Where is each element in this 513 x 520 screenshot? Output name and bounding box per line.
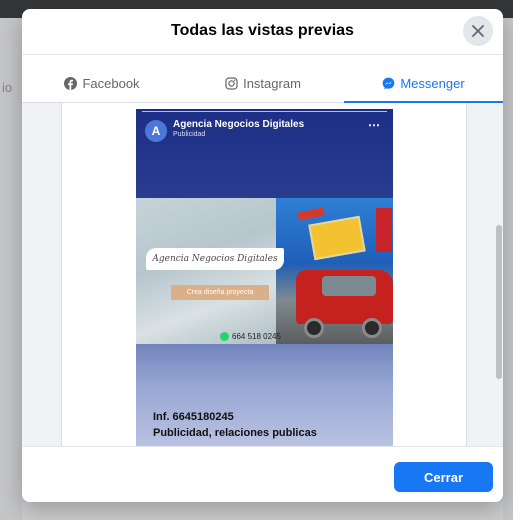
avatar: A	[145, 120, 167, 142]
car-window	[322, 276, 376, 296]
whatsapp-contact: 664 518 0245	[220, 332, 281, 341]
preview-content-area: A Agencia Negocios Digitales Publicidad …	[22, 103, 503, 446]
agency-logo-banner: Agencia Negocios Digitales	[146, 248, 284, 270]
messenger-icon	[382, 77, 395, 89]
tab-instagram-label: Instagram	[243, 75, 301, 91]
all-previews-dialog: Todas las vistas previas Facebook Instag…	[22, 9, 503, 502]
whatsapp-icon	[220, 332, 229, 341]
tab-messenger[interactable]: Messenger	[344, 63, 503, 103]
messenger-ad-preview: A Agencia Negocios Digitales Publicidad …	[136, 109, 393, 446]
dialog-footer: Cerrar	[22, 446, 503, 502]
whatsapp-number: 664 518 0245	[232, 332, 281, 341]
facebook-icon	[64, 76, 78, 90]
more-options-icon[interactable]: ⋯	[368, 118, 380, 132]
close-button[interactable]: Cerrar	[394, 462, 493, 492]
ad-info-phone: Inf. 6645180245	[153, 411, 234, 423]
advertiser-name: Agencia Negocios Digitales	[173, 119, 305, 130]
dialog-title: Todas las vistas previas	[171, 22, 354, 39]
ad-info-services: Publicidad, relaciones publicas	[153, 427, 317, 439]
close-icon	[472, 25, 484, 37]
preview-tabs: Facebook Instagram Messenger	[22, 63, 503, 104]
sponsored-label: Publicidad	[173, 131, 206, 138]
dialog-header: Todas las vistas previas	[22, 9, 503, 55]
scrollbar-thumb[interactable]	[496, 225, 502, 379]
messenger-preview-frame: A Agencia Negocios Digitales Publicidad …	[61, 103, 467, 446]
tab-instagram[interactable]: Instagram	[182, 63, 344, 103]
close-dialog-button[interactable]	[463, 16, 493, 46]
ad-image-left-panel	[136, 198, 276, 344]
tab-messenger-label: Messenger	[400, 75, 465, 91]
car-wheel	[362, 318, 382, 338]
tab-facebook-label: Facebook	[82, 75, 140, 91]
preview-top-line	[142, 111, 387, 112]
tab-facebook[interactable]: Facebook	[22, 63, 182, 103]
avatar-letter: A	[151, 124, 161, 138]
instagram-icon	[225, 76, 238, 90]
car-wheel	[304, 318, 324, 338]
agency-tagline: Crea diseña proyecta	[171, 285, 269, 300]
ad-creative-image: Agencia Negocios Digitales Crea diseña p…	[136, 198, 393, 344]
vertical-red-sign	[376, 208, 392, 252]
